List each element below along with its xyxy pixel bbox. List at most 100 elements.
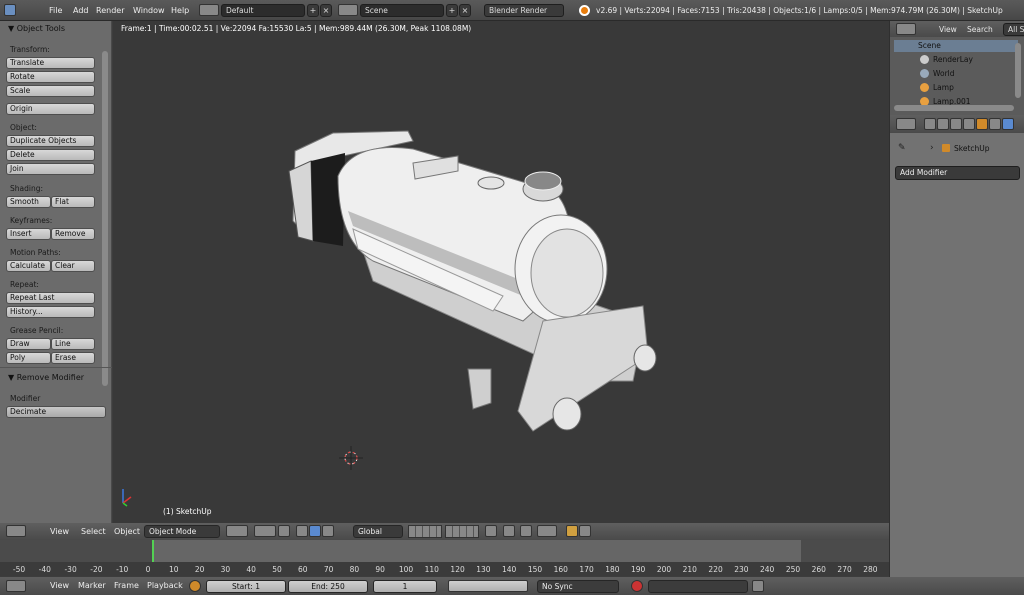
timeline-tick-label: 240 <box>760 565 775 574</box>
preview-range-icon[interactable] <box>189 580 201 592</box>
add-modifier-dropdown[interactable]: Add Modifier <box>895 166 1020 180</box>
add-layout-button[interactable]: + <box>307 4 319 17</box>
translate-button[interactable]: Translate <box>6 57 95 69</box>
pin-icon[interactable]: ✎ <box>898 143 906 153</box>
outliner-view-menu[interactable]: View <box>939 25 957 34</box>
3d-viewport[interactable]: Frame:1 | Time:00:02.51 | Ve:22094 Fa:15… <box>113 21 889 523</box>
delete-button[interactable]: Delete <box>6 149 95 161</box>
clear-button[interactable]: Clear <box>51 260 95 272</box>
orientation-select[interactable]: Global <box>353 525 403 538</box>
constraints-tab-icon[interactable] <box>989 118 1001 130</box>
world-tab-icon[interactable] <box>963 118 975 130</box>
outliner-display-select[interactable]: All S <box>1003 23 1024 36</box>
active-object-label: (1) SketchUp <box>163 507 212 516</box>
outliner-row-scene[interactable] <box>894 40 1018 52</box>
frame-menu[interactable]: Frame <box>114 581 139 590</box>
calculate-button[interactable]: Calculate <box>6 260 51 272</box>
start-frame-field[interactable]: Start: 1 <box>206 580 286 593</box>
keying-set-field[interactable] <box>648 580 748 593</box>
snap-toggle-icon[interactable] <box>520 525 532 537</box>
timeline-tick-label: 60 <box>298 565 308 574</box>
duplicate-objects-button[interactable]: Duplicate Objects <box>6 135 95 147</box>
screen-layout-field[interactable]: Default <box>221 4 305 17</box>
insert-keyframe-button[interactable]: Insert <box>6 228 51 240</box>
record-icon[interactable] <box>631 580 643 592</box>
outliner-world-label[interactable]: World <box>933 69 955 78</box>
pivot-select-icon[interactable] <box>254 525 276 537</box>
info-editor-icon[interactable] <box>4 4 16 16</box>
translate-manipulator-icon[interactable] <box>296 525 308 537</box>
proportional-edit-icon[interactable] <box>503 525 515 537</box>
outliner-hscrollbar[interactable] <box>894 105 1014 111</box>
playback-menu[interactable]: Playback <box>147 581 183 590</box>
delete-layout-button[interactable]: × <box>320 4 332 17</box>
outliner-editor-icon[interactable] <box>896 23 916 35</box>
object-tab-icon[interactable] <box>976 118 988 130</box>
outliner-scrollbar[interactable] <box>1015 43 1021 98</box>
render-engine-select[interactable]: Blender Render <box>484 4 564 17</box>
smooth-button[interactable]: Smooth <box>6 196 51 208</box>
menu-help[interactable]: Help <box>171 6 189 15</box>
flat-button[interactable]: Flat <box>51 196 95 208</box>
opengl-render-icon[interactable] <box>566 525 578 537</box>
timeline[interactable]: -50 -40 -30 -20 -10 0 10 20 30 40 50 60 70 80 90 100 110… <box>0 540 889 576</box>
manipulator-toggle-icon[interactable] <box>278 525 290 537</box>
snap-element-icon[interactable] <box>537 525 557 537</box>
modifier-tab-icon[interactable] <box>1002 118 1014 130</box>
outliner-renderlayer-label[interactable]: RenderLay <box>933 55 973 64</box>
remove-modifier-header[interactable]: ▼ Remove Modifier <box>8 373 84 382</box>
3d-view-editor-icon[interactable] <box>6 525 26 537</box>
end-frame-field[interactable]: End: 250 <box>288 580 368 593</box>
menu-file[interactable]: File <box>49 6 62 15</box>
shading-select-icon[interactable] <box>226 525 248 537</box>
insert-keyframe-icon[interactable] <box>752 580 764 592</box>
modifier-field[interactable]: Decimate <box>6 406 106 418</box>
scale-button[interactable]: Scale <box>6 85 95 97</box>
layers-tab-icon[interactable] <box>937 118 949 130</box>
outliner-search-menu[interactable]: Search <box>967 25 993 34</box>
current-frame-field[interactable]: 1 <box>373 580 437 593</box>
scene-tab-icon[interactable] <box>950 118 962 130</box>
history-button[interactable]: History... <box>6 306 95 318</box>
line-button[interactable]: Line <box>51 338 95 350</box>
tool-shelf-scrollbar[interactable] <box>102 51 108 386</box>
draw-button[interactable]: Draw <box>6 338 51 350</box>
scale-manipulator-icon[interactable] <box>322 525 334 537</box>
menu-render[interactable]: Render <box>96 6 124 15</box>
rotate-button[interactable]: Rotate <box>6 71 95 83</box>
render-tab-icon[interactable] <box>924 118 936 130</box>
select-menu[interactable]: Select <box>81 527 106 536</box>
timeline-tick-label: -10 <box>116 565 129 574</box>
remove-keyframe-button[interactable]: Remove <box>51 228 95 240</box>
mode-select[interactable]: Object Mode <box>144 525 220 538</box>
timeline-editor-icon[interactable] <box>6 580 26 592</box>
sync-mode-select[interactable]: No Sync <box>537 580 619 593</box>
rotate-manipulator-icon[interactable] <box>309 525 321 537</box>
origin-button[interactable]: Origin <box>6 103 95 115</box>
poly-button[interactable]: Poly <box>6 352 51 364</box>
scene-icon[interactable] <box>338 4 358 16</box>
lock-layers-icon[interactable] <box>485 525 497 537</box>
playback-controls[interactable] <box>448 580 528 592</box>
object-menu[interactable]: Object <box>114 527 140 536</box>
properties-editor-icon[interactable] <box>896 118 916 130</box>
scene-field[interactable]: Scene <box>360 4 444 17</box>
layers-grid-a[interactable] <box>408 525 442 538</box>
object-tools-header[interactable]: ▼ Object Tools <box>8 24 65 33</box>
erase-button[interactable]: Erase <box>51 352 95 364</box>
repeat-last-button[interactable]: Repeat Last <box>6 292 95 304</box>
add-scene-button[interactable]: + <box>446 4 458 17</box>
screen-layout-icon[interactable] <box>199 4 219 16</box>
menu-add[interactable]: Add <box>73 6 89 15</box>
delete-scene-button[interactable]: × <box>459 4 471 17</box>
opengl-anim-icon[interactable] <box>579 525 591 537</box>
outliner-lamp-label[interactable]: Lamp <box>933 83 954 92</box>
join-button[interactable]: Join <box>6 163 95 175</box>
view-menu[interactable]: View <box>50 527 69 536</box>
timeline-view-menu[interactable]: View <box>50 581 69 590</box>
menu-window[interactable]: Window <box>133 6 165 15</box>
outliner-scene-label: Scene <box>918 41 941 50</box>
marker-menu[interactable]: Marker <box>78 581 106 590</box>
locomotive-model[interactable] <box>113 21 889 523</box>
layers-grid-b[interactable] <box>445 525 479 538</box>
